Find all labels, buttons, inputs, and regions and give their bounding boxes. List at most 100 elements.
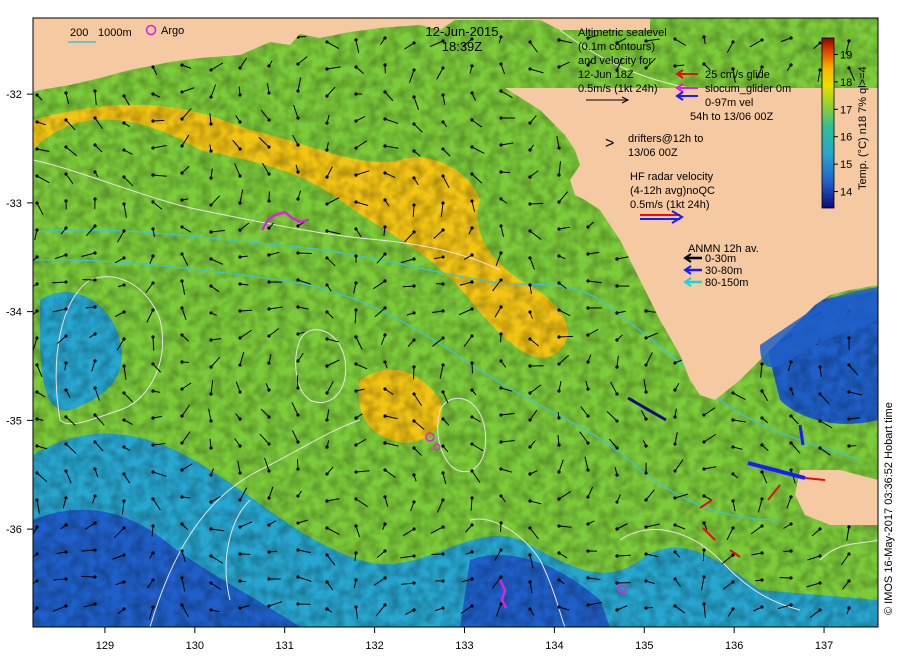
velocity-arrow-origin bbox=[354, 551, 358, 555]
velocity-arrow-origin bbox=[35, 201, 39, 205]
velocity-arrow-origin bbox=[354, 389, 358, 393]
velocity-arrow-origin bbox=[180, 468, 184, 472]
velocity-arrow-origin bbox=[847, 363, 851, 367]
velocity-arrow-origin bbox=[412, 527, 416, 531]
velocity-arrow-origin bbox=[528, 310, 532, 314]
velocity-arrow-origin bbox=[557, 389, 561, 393]
velocity-arrow-origin bbox=[325, 229, 329, 233]
colorbar-tick-label: 18 bbox=[840, 77, 852, 89]
velocity-arrow-origin bbox=[151, 470, 155, 474]
velocity-arrow-origin bbox=[122, 148, 126, 152]
velocity-arrow-origin bbox=[64, 280, 68, 284]
velocity-arrow-origin bbox=[702, 35, 706, 39]
velocity-arrow-origin bbox=[151, 227, 155, 231]
velocity-arrow-origin bbox=[818, 68, 822, 72]
velocity-arrow-origin bbox=[122, 256, 126, 260]
velocity-arrow-origin bbox=[818, 581, 822, 585]
velocity-arrow-origin bbox=[586, 522, 590, 526]
velocity-arrow-origin bbox=[412, 392, 416, 396]
velocity-arrow-origin bbox=[267, 496, 271, 500]
velocity-arrow-origin bbox=[35, 336, 39, 340]
drifter-line-1: drifters@12h to bbox=[628, 133, 703, 145]
velocity-arrow-origin bbox=[93, 602, 97, 606]
velocity-arrow-origin bbox=[557, 605, 561, 609]
anmn-bin-label: 80-150m bbox=[705, 277, 748, 289]
velocity-arrow-origin bbox=[325, 94, 329, 98]
velocity-arrow-origin bbox=[702, 602, 706, 606]
velocity-arrow-origin bbox=[760, 578, 764, 582]
velocity-arrow-origin bbox=[557, 362, 561, 366]
velocity-arrow-origin bbox=[354, 362, 358, 366]
velocity-arrow-origin bbox=[470, 334, 474, 338]
velocity-arrow-origin bbox=[151, 65, 155, 69]
velocity-arrow-origin bbox=[470, 64, 474, 68]
velocity-arrow-origin bbox=[528, 445, 532, 449]
velocity-arrow-origin bbox=[209, 203, 213, 207]
velocity-arrow-origin bbox=[789, 468, 793, 472]
hf-radar-line-1: HF radar velocity bbox=[630, 171, 714, 183]
velocity-arrow-origin bbox=[499, 440, 503, 444]
velocity-arrow-origin bbox=[586, 441, 590, 445]
velocity-arrow-origin bbox=[383, 333, 387, 337]
velocity-arrow-origin bbox=[354, 173, 358, 177]
velocity-arrow-origin bbox=[93, 521, 97, 525]
velocity-arrow-origin bbox=[412, 95, 416, 99]
velocity-arrow-origin bbox=[412, 581, 416, 585]
velocity-arrow-origin bbox=[644, 363, 648, 367]
velocity-arrow-origin bbox=[615, 338, 619, 342]
velocity-arrow-origin bbox=[586, 549, 590, 553]
velocity-arrow-origin bbox=[528, 607, 532, 611]
velocity-arrow-origin bbox=[470, 361, 474, 365]
velocity-arrow-origin bbox=[441, 282, 445, 286]
velocity-arrow-origin bbox=[180, 279, 184, 283]
velocity-arrow-origin bbox=[383, 441, 387, 445]
velocity-arrow-origin bbox=[441, 444, 445, 448]
velocity-arrow-origin bbox=[760, 443, 764, 447]
velocity-arrow-origin bbox=[296, 602, 300, 606]
anmn-bin-label: 30-80m bbox=[705, 265, 742, 277]
velocity-arrow-origin bbox=[325, 121, 329, 125]
velocity-arrow-origin bbox=[615, 311, 619, 315]
velocity-arrow-origin bbox=[673, 577, 677, 581]
y-tick-label: -34 bbox=[6, 307, 22, 319]
velocity-arrow-origin bbox=[64, 577, 68, 581]
velocity-arrow-origin bbox=[528, 364, 532, 368]
velocity-arrow-origin bbox=[151, 335, 155, 339]
velocity-arrow-origin bbox=[789, 522, 793, 526]
velocity-arrow-origin bbox=[325, 472, 329, 476]
velocity-arrow-origin bbox=[35, 93, 39, 97]
velocity-arrow-origin bbox=[760, 362, 764, 366]
velocity-arrow-origin bbox=[470, 469, 474, 473]
velocity-arrow-origin bbox=[470, 253, 474, 257]
velocity-arrow-origin bbox=[180, 306, 184, 310]
velocity-arrow-origin bbox=[412, 473, 416, 477]
velocity-arrow-origin bbox=[35, 579, 39, 583]
velocity-arrow-origin bbox=[209, 95, 213, 99]
velocity-arrow-origin bbox=[383, 495, 387, 499]
velocity-arrow-origin bbox=[64, 253, 68, 257]
velocity-arrow-origin bbox=[354, 497, 358, 501]
velocity-arrow bbox=[412, 204, 415, 217]
velocity-arrow-origin bbox=[209, 500, 213, 504]
velocity-arrow-origin bbox=[528, 418, 532, 422]
velocity-arrow-origin bbox=[35, 417, 39, 421]
velocity-arrow-origin bbox=[180, 63, 184, 67]
velocity-arrow-origin bbox=[151, 119, 155, 123]
velocity-arrow-origin bbox=[557, 497, 561, 501]
velocity-arrow-origin bbox=[122, 121, 126, 125]
velocity-arrow-origin bbox=[151, 578, 155, 582]
velocity-arrow-origin bbox=[847, 444, 851, 448]
velocity-arrow-origin bbox=[499, 116, 503, 120]
velocity-arrow-origin bbox=[557, 416, 561, 420]
velocity-arrow-origin bbox=[847, 336, 851, 340]
velocity-arrow-origin bbox=[470, 523, 474, 527]
velocity-arrow-origin bbox=[644, 525, 648, 529]
colorbar-tick-label: 14 bbox=[840, 187, 852, 199]
velocity-arrow-origin bbox=[847, 579, 851, 583]
velocity-arrow-origin bbox=[64, 199, 68, 203]
velocity-arrow-origin bbox=[238, 390, 242, 394]
velocity-arrow-origin bbox=[441, 174, 445, 178]
velocity-arrow-origin bbox=[151, 389, 155, 393]
velocity-arrow-origin bbox=[354, 146, 358, 150]
velocity-arrow-origin bbox=[122, 364, 126, 368]
